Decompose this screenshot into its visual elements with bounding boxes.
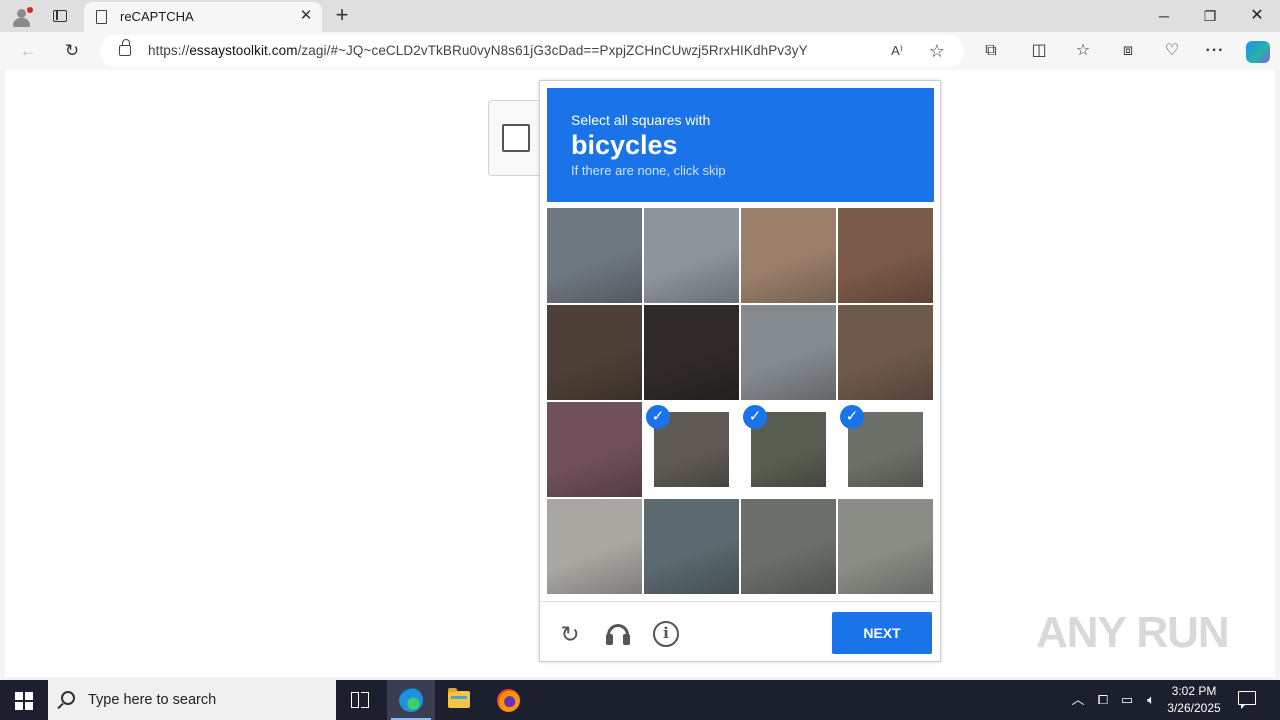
captcha-tile[interactable] [644,499,739,594]
star-icon[interactable]: ☆ [926,41,948,61]
captcha-tile[interactable] [644,208,739,303]
browser-toolbar: ← ↻ https://essaystoolkit.com/zagi/#~JQ~… [0,32,1280,70]
lock-icon[interactable] [119,39,131,56]
file-explorer-icon[interactable] [435,680,483,720]
checkmark-icon: ✓ [840,405,864,429]
url-text[interactable]: https://essaystoolkit.com/zagi/#~JQ~ceCL… [148,43,808,58]
profile-avatar-icon[interactable] [8,4,34,28]
tile-image [838,305,933,400]
tile-image [644,499,739,594]
browser-tab[interactable]: reCAPTCHA ✕ [84,2,322,32]
network-icon[interactable]: ⧠ [1093,690,1113,710]
volume-icon[interactable]: 🔈︎ [1141,690,1161,710]
collections-icon[interactable]: ⧈ [1117,41,1139,61]
tile-image [547,499,642,594]
captcha-tile[interactable] [741,208,836,303]
tile-image [547,402,642,497]
watermark-logo: ANY RUN [1036,608,1236,668]
captcha-instruction: Select all squares with [571,112,711,128]
minimize-icon[interactable]: ─ [1141,0,1187,32]
captcha-tile[interactable]: ✓ [741,402,836,497]
reload-icon[interactable]: ↻ [556,620,584,648]
task-view-icon[interactable] [336,680,384,720]
tile-image [644,305,739,400]
tile-image [547,305,642,400]
copilot-icon[interactable] [1246,41,1270,63]
next-button[interactable]: NEXT [832,612,932,654]
heart-pulse-icon[interactable]: ♡ [1161,41,1183,61]
split-screen-icon[interactable]: ◫ [1028,41,1050,61]
address-bar[interactable]: https://essaystoolkit.com/zagi/#~JQ~ceCL… [100,35,964,67]
windows-start-icon[interactable] [0,680,48,720]
search-placeholder: Type here to search [88,692,217,708]
captcha-grid: ✓ ✓ ✓ [547,208,934,595]
captcha-tile[interactable] [838,499,933,594]
captcha-tile[interactable] [547,208,642,303]
tile-image [644,208,739,303]
notifications-icon[interactable] [1236,690,1258,710]
display-icon[interactable]: ▭ [1117,690,1137,710]
captcha-banner: Select all squares with bicycles If ther… [547,88,934,202]
close-tab-icon[interactable]: ✕ [298,8,314,24]
captcha-tile[interactable] [644,305,739,400]
captcha-tile[interactable] [838,208,933,303]
captcha-footer: ↻ i NEXT [540,601,940,662]
watermark-text: ANY RUN [1036,608,1230,657]
read-aloud-icon[interactable]: A⁾ [886,41,908,61]
tab-actions-icon[interactable] [48,4,72,28]
tile-image [741,208,836,303]
taskbar-clock[interactable]: 3:02 PM 3/26/2025 [1160,683,1228,717]
captcha-hint: If there are none, click skip [571,163,726,178]
clock-date: 3/26/2025 [1167,701,1221,715]
tab-title: reCAPTCHA [120,9,194,24]
reload-icon[interactable]: ↻ [58,38,86,64]
tile-image [741,499,836,594]
edge-icon[interactable] [387,680,435,720]
recaptcha-checkbox[interactable] [502,124,530,152]
clock-time: 3:02 PM [1171,684,1217,698]
firefox-icon[interactable] [484,680,532,720]
page-icon [96,10,107,24]
captcha-tile[interactable] [547,305,642,400]
recaptcha-anchor [488,100,542,176]
captcha-tile[interactable]: ✓ [644,402,739,497]
headphones-icon[interactable] [604,620,632,648]
chevron-up-icon[interactable]: ︿ [1068,690,1088,710]
more-icon[interactable]: ··· [1204,41,1226,61]
new-tab-icon[interactable]: + [330,4,354,28]
tile-image [838,208,933,303]
info-icon[interactable]: i [652,620,680,648]
tab-strip: reCAPTCHA ✕ + ─ ❐ ✕ [0,0,1280,32]
back-arrow-icon[interactable]: ← [14,38,42,64]
puzzle-icon[interactable]: ⧉ [980,41,1002,61]
captcha-target: bicycles [571,130,678,160]
checkmark-icon: ✓ [646,405,670,429]
checkmark-icon: ✓ [743,405,767,429]
captcha-tile[interactable] [547,402,642,497]
captcha-tile[interactable]: ✓ [838,402,933,497]
taskbar: Type here to search ︿ ⧠ ▭ 🔈︎ 3:02 PM 3/2… [0,680,1280,720]
search-icon [61,691,75,705]
tile-image [741,305,836,400]
captcha-tile[interactable] [838,305,933,400]
captcha-tile[interactable] [741,305,836,400]
favorites-icon[interactable]: ☆ [1072,41,1094,61]
captcha-challenge: Select all squares with bicycles If ther… [539,80,941,662]
captcha-tile[interactable] [547,499,642,594]
tile-image [838,499,933,594]
captcha-tile[interactable] [741,499,836,594]
close-window-icon[interactable]: ✕ [1234,0,1280,32]
restore-icon[interactable]: ❐ [1187,0,1233,32]
tile-image [547,208,642,303]
taskbar-search[interactable]: Type here to search [48,680,336,720]
